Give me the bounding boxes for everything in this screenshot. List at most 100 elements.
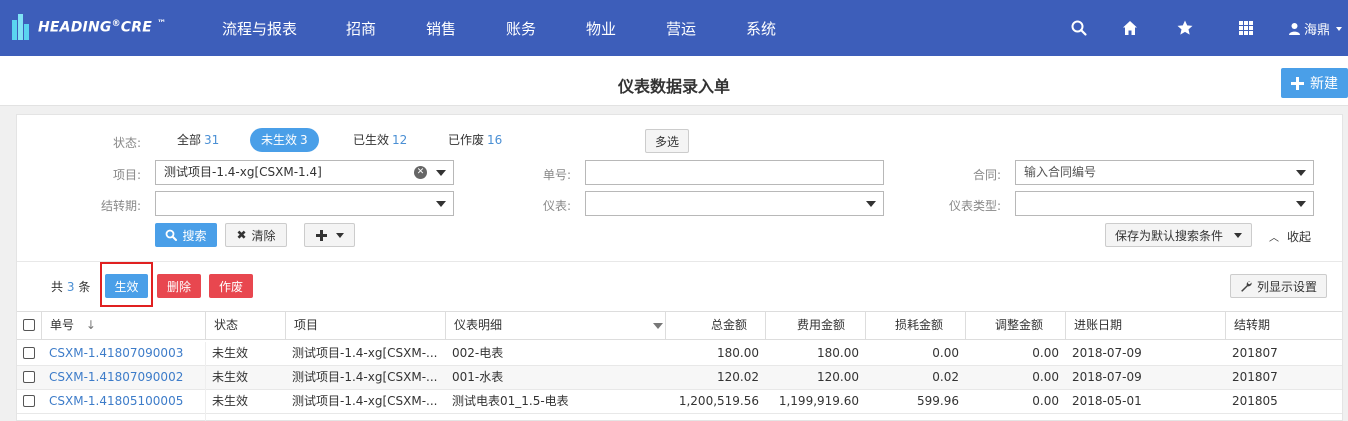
- home-icon[interactable]: [1121, 19, 1139, 37]
- cell-posting-date: 2018-05-01: [1072, 394, 1142, 408]
- meter-type-select[interactable]: [1015, 191, 1314, 216]
- column-header-bill-no[interactable]: 单号 ↓: [41, 312, 205, 339]
- wrench-icon: [1241, 281, 1252, 292]
- column-header-project[interactable]: 项目: [285, 312, 445, 339]
- chevron-down-icon: [1296, 201, 1306, 207]
- nav-property[interactable]: 物业: [586, 18, 616, 39]
- column-header-fee[interactable]: 费用金额: [765, 312, 865, 339]
- cell-posting-date: 2018-07-09: [1072, 346, 1142, 360]
- column-header-total[interactable]: 总金额: [665, 312, 765, 339]
- new-button[interactable]: 新建: [1281, 68, 1348, 98]
- column-divider: [205, 342, 206, 421]
- user-name: 海鼎: [1304, 23, 1331, 38]
- status-tab-active[interactable]: 已生效 12: [353, 128, 407, 152]
- clear-button[interactable]: ✖ 清除: [225, 223, 287, 247]
- activate-button[interactable]: 生效: [105, 274, 148, 298]
- close-icon: ✖: [236, 228, 247, 242]
- cell-fee: 1,199,919.60: [778, 394, 859, 408]
- status-tab-all[interactable]: 全部 31: [177, 128, 219, 152]
- cell-status: 未生效: [212, 346, 249, 360]
- collapse-toggle[interactable]: ︿ 收起: [1269, 228, 1311, 245]
- table-row[interactable]: CSXM-1.41807090002 未生效 测试项目-1.4-xg[CSXM-…: [17, 366, 1342, 390]
- table-header: 单号 ↓ 状态 项目 仪表明细 总金额 费用金额 损耗金额 调整金额 进账日期 …: [17, 311, 1342, 340]
- clear-icon[interactable]: ✕: [414, 166, 427, 179]
- grid-icon[interactable]: [1237, 19, 1255, 37]
- cell-adjust: 0.00: [1032, 370, 1059, 384]
- nav-reports[interactable]: 流程与报表: [222, 18, 297, 39]
- column-header-adjust[interactable]: 调整金额: [965, 312, 1065, 339]
- cell-meter-detail: 测试电表01_1.5-电表: [452, 394, 569, 408]
- cell-status: 未生效: [212, 370, 249, 384]
- cell-project: 测试项目-1.4-xg[CSXM-...: [292, 370, 438, 384]
- chevron-down-icon: [335, 232, 344, 238]
- column-header-period[interactable]: 结转期: [1225, 312, 1342, 339]
- status-tab-voided[interactable]: 已作废 16: [448, 128, 502, 152]
- select-all-checkbox[interactable]: [23, 319, 35, 331]
- column-header-status[interactable]: 状态: [205, 312, 285, 339]
- nav-accounts[interactable]: 账务: [506, 18, 536, 39]
- chevron-down-icon[interactable]: [653, 323, 663, 329]
- bill-no-input[interactable]: [585, 160, 884, 185]
- total-count: 共 3 条: [51, 280, 91, 294]
- cell-period: 201807: [1232, 370, 1278, 384]
- cell-adjust: 0.00: [1032, 394, 1059, 408]
- nav-operations[interactable]: 营运: [666, 18, 696, 39]
- column-header-loss[interactable]: 损耗金额: [865, 312, 965, 339]
- void-button[interactable]: 作废: [209, 274, 253, 298]
- cell-meter-detail: 001-水表: [452, 370, 504, 384]
- chevron-down-icon: [1296, 170, 1306, 176]
- contract-placeholder: 输入合同编号: [1024, 165, 1097, 179]
- star-icon[interactable]: [1176, 19, 1194, 37]
- user-menu[interactable]: 海鼎: [1288, 19, 1343, 38]
- table-row[interactable]: CSXM-1.41805100005 未生效 测试项目-1.4-xg[CSXM-…: [17, 390, 1342, 414]
- clear-button-label: 清除: [251, 228, 276, 243]
- cell-total: 180.00: [717, 346, 759, 360]
- cell-status: 未生效: [212, 394, 249, 408]
- column-header-meter-detail[interactable]: 仪表明细: [445, 312, 665, 339]
- row-checkbox[interactable]: [23, 371, 35, 383]
- period-select[interactable]: [155, 191, 454, 216]
- cell-loss: 0.00: [932, 346, 959, 360]
- cell-total: 120.02: [717, 370, 759, 384]
- save-default-label: 保存为默认搜索条件: [1114, 228, 1223, 243]
- nav-leasing[interactable]: 招商: [346, 18, 376, 39]
- table-row[interactable]: CSXM-1.41807090003 未生效 测试项目-1.4-xg[CSXM-…: [17, 342, 1342, 366]
- period-label: 结转期:: [100, 199, 141, 213]
- search-icon[interactable]: [1070, 19, 1088, 37]
- meter-select[interactable]: [585, 191, 884, 216]
- bill-no-link[interactable]: CSXM-1.41807090003: [43, 342, 205, 365]
- cell-period: 201805: [1232, 394, 1278, 408]
- bill-no-link[interactable]: CSXM-1.41805100005: [43, 390, 205, 413]
- row-checkbox[interactable]: [23, 347, 35, 359]
- contract-select[interactable]: 输入合同编号: [1015, 160, 1314, 185]
- collapse-label: 收起: [1287, 230, 1312, 244]
- column-header-posting-date[interactable]: 进账日期: [1065, 312, 1225, 339]
- status-label: 状态:: [112, 136, 141, 150]
- nav-sales[interactable]: 销售: [426, 18, 456, 39]
- contract-label: 合同:: [972, 168, 1001, 182]
- save-default-search-button[interactable]: 保存为默认搜索条件: [1105, 223, 1252, 247]
- arrow-down-icon: ↓: [85, 318, 96, 332]
- project-select[interactable]: 测试项目-1.4-xg[CSXM-1.4] ✕: [155, 160, 454, 185]
- search-button-label: 搜索: [182, 228, 207, 243]
- project-value: 测试项目-1.4-xg[CSXM-1.4]: [164, 165, 322, 179]
- add-dropdown-button[interactable]: [304, 223, 355, 247]
- nav-system[interactable]: 系统: [746, 18, 776, 39]
- page-title: 仪表数据录入单: [617, 77, 730, 96]
- column-settings-button[interactable]: 列显示设置: [1230, 274, 1327, 298]
- chevron-down-icon: [1336, 26, 1343, 31]
- status-tab-inactive[interactable]: 未生效 3: [250, 128, 319, 152]
- plus-icon: [1291, 76, 1304, 90]
- meter-label: 仪表:: [542, 199, 571, 213]
- bill-no-link[interactable]: CSXM-1.41807090002: [43, 366, 205, 389]
- cell-posting-date: 2018-07-09: [1072, 370, 1142, 384]
- chevron-down-icon: [436, 170, 446, 176]
- row-checkbox[interactable]: [23, 395, 35, 407]
- multi-select-button[interactable]: 多选: [645, 129, 689, 153]
- logo[interactable]: HEADING®CRE ™: [12, 13, 166, 41]
- logo-building-icon: [12, 14, 30, 40]
- delete-button[interactable]: 删除: [157, 274, 201, 298]
- user-icon: [1289, 23, 1300, 35]
- search-button[interactable]: 搜索: [155, 223, 217, 247]
- main-panel: 状态: 全部 31 未生效 3 已生效 12 已作废 16 多选 项目: 测试项目-1.…: [16, 114, 1343, 421]
